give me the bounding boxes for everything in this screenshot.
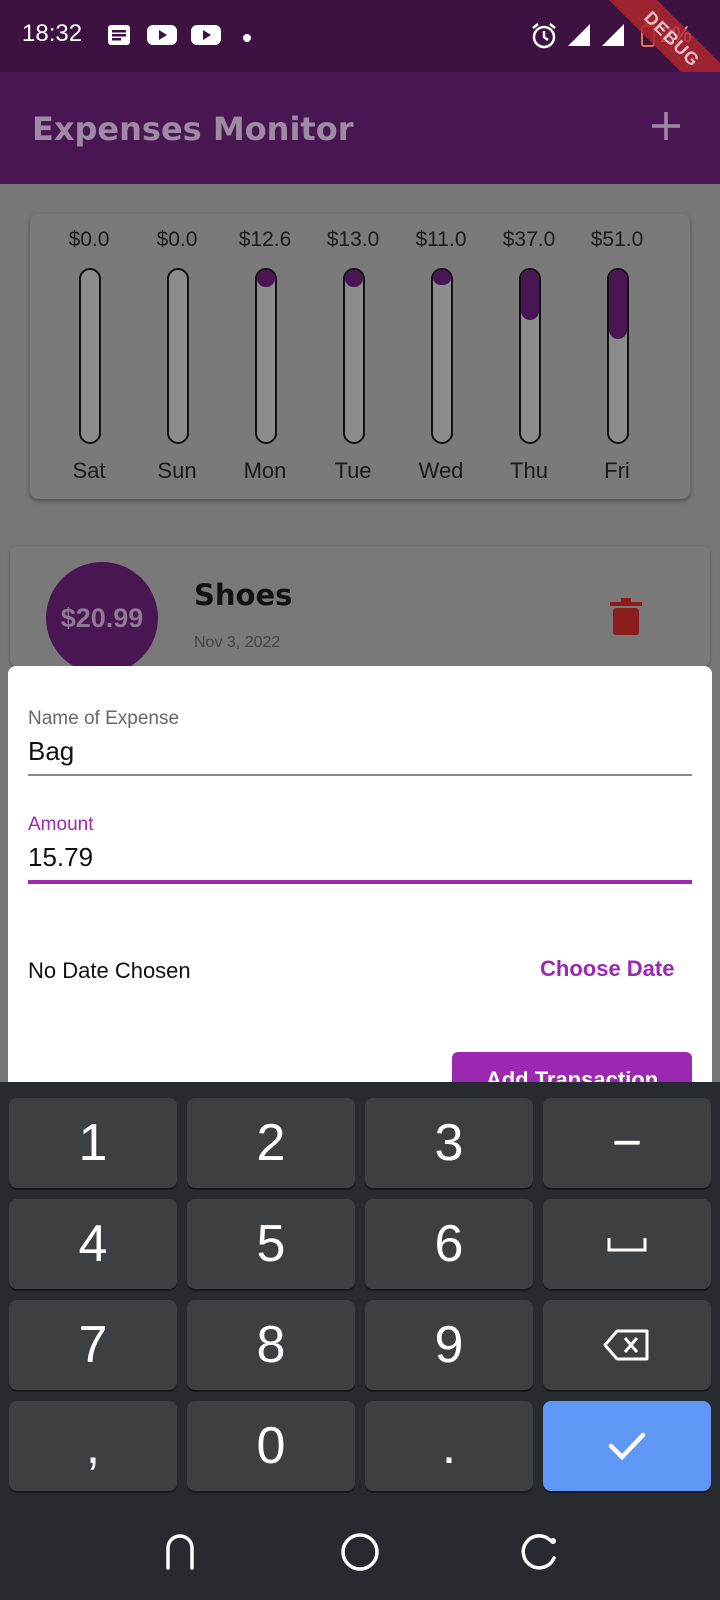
bar-day-label: Wed (418, 458, 464, 483)
bar-track (255, 268, 277, 444)
choose-date-button[interactable]: Choose Date (540, 956, 674, 982)
name-field[interactable]: Bag (28, 736, 74, 767)
key[interactable]: 5 (187, 1199, 355, 1289)
plus-icon (652, 112, 680, 140)
key[interactable]: 0 (187, 1401, 355, 1491)
bar-amount-label: $12.6 (238, 228, 292, 251)
key[interactable]: 9 (365, 1300, 533, 1390)
bar-fill (521, 270, 539, 320)
add-transaction-button[interactable] (638, 98, 694, 154)
bar-track (607, 268, 629, 444)
transaction-date: Nov 3, 2022 (194, 634, 281, 651)
bar-amount-label: $37.0 (502, 228, 556, 251)
key[interactable]: − (543, 1098, 711, 1188)
back-icon[interactable] (160, 1532, 200, 1577)
key[interactable]: , (9, 1401, 177, 1491)
key[interactable]: 3 (365, 1098, 533, 1188)
bar-day-label: Thu (510, 458, 548, 483)
key[interactable]: 4 (9, 1199, 177, 1289)
key-done[interactable] (543, 1401, 711, 1491)
key[interactable]: 7 (9, 1300, 177, 1390)
bar-amount-label: $51.0 (590, 228, 644, 251)
navigation-bar (0, 1518, 720, 1600)
dot-icon (242, 30, 252, 48)
amount-field[interactable]: 15.79 (28, 842, 93, 873)
key[interactable]: . (365, 1401, 533, 1491)
news-icon (106, 22, 132, 53)
bar-track (431, 268, 453, 444)
bar-day-label: Tue (334, 458, 372, 483)
backspace-icon (603, 1329, 649, 1361)
bar-track (167, 268, 189, 444)
key-space[interactable] (543, 1199, 711, 1289)
bar-amount-label: $0.0 (68, 228, 110, 251)
bar-fill (257, 270, 275, 287)
check-icon (608, 1432, 646, 1461)
bar-track (519, 268, 541, 444)
key-backspace[interactable] (543, 1300, 711, 1390)
home-icon[interactable] (340, 1532, 380, 1577)
bar-day-label: Fri (604, 458, 630, 483)
bar-fill (609, 270, 627, 339)
status-bar: 18:32 2% DEBUG (0, 0, 720, 122)
amount-field-underline (28, 880, 692, 884)
bar-day-label: Sat (72, 458, 106, 483)
key[interactable]: 2 (187, 1098, 355, 1188)
numeric-keyboard: 1 2 3− 4 5 6 7 8 9, 0. (0, 1082, 720, 1518)
transaction-title: Shoes (194, 578, 293, 612)
name-field-underline (28, 774, 692, 776)
key[interactable]: 1 (9, 1098, 177, 1188)
amount-field-label: Amount (28, 814, 94, 835)
key[interactable]: 6 (365, 1199, 533, 1289)
bar-track (343, 268, 365, 444)
delete-button[interactable] (610, 598, 642, 641)
youtube-icon (190, 22, 222, 53)
name-field-label: Name of Expense (28, 708, 180, 729)
weekly-chart: $0.0 Sat $0.0 Sun $12.6 Mon $13.0 Tue $11.0 Wed $3… (30, 214, 690, 499)
app-title: Expenses Monitor (32, 110, 354, 148)
space-icon (607, 1238, 647, 1252)
bar-fill (433, 270, 451, 285)
trash-icon (610, 598, 642, 635)
no-date-text: No Date Chosen (28, 958, 191, 983)
add-transaction-sheet: Name of Expense Bag Amount 15.79 No Date… (8, 666, 712, 1126)
bar-day-label: Sun (157, 458, 197, 483)
bar-amount-label: $11.0 (415, 228, 467, 251)
key[interactable]: 8 (187, 1300, 355, 1390)
transaction-card: $20.99 Shoes Nov 3, 2022 (10, 546, 710, 674)
alarm-icon (530, 22, 558, 55)
bar-day-label: Mon (243, 458, 287, 483)
bar-fill (345, 270, 363, 287)
transaction-amount: $20.99 (46, 562, 158, 674)
bar-track (79, 268, 101, 444)
bar-amount-label: $0.0 (156, 228, 198, 251)
app-bar: Expenses Monitor (0, 72, 720, 184)
youtube-icon (146, 22, 178, 53)
bar-amount-label: $13.0 (326, 228, 380, 251)
recents-icon[interactable] (520, 1532, 560, 1577)
status-time: 18:32 (22, 20, 83, 47)
